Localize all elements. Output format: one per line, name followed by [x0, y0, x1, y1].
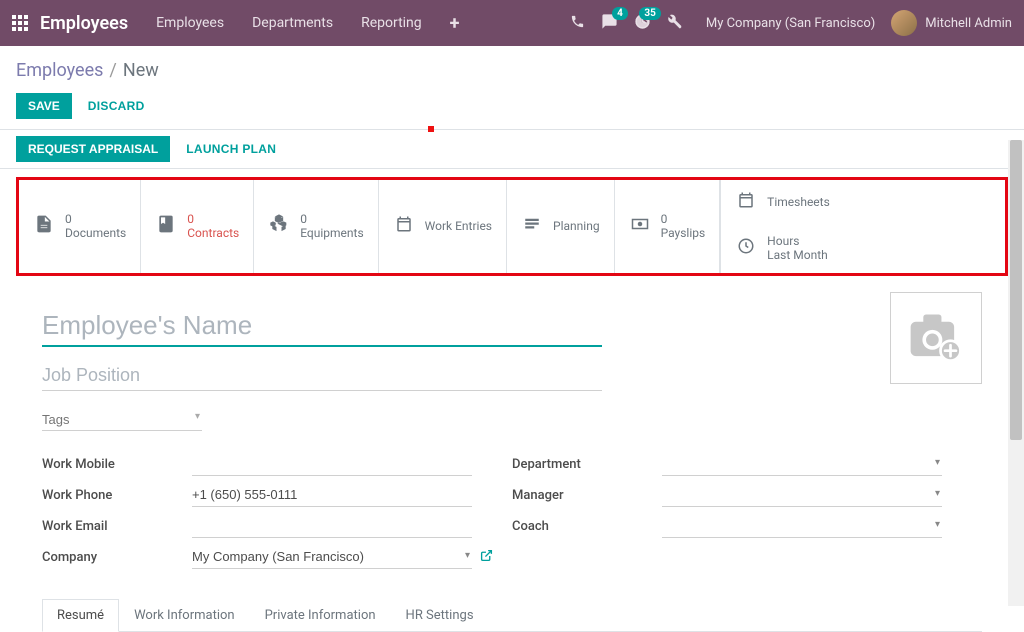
discard-button[interactable]: DISCARD	[88, 99, 145, 113]
messages-badge: 4	[612, 7, 628, 20]
label-work-email: Work Email	[42, 519, 192, 534]
scrollbar-thumb[interactable]	[1010, 140, 1022, 440]
user-avatar[interactable]	[891, 10, 917, 36]
save-button[interactable]: SAVE	[16, 93, 72, 119]
work-mobile-input[interactable]	[192, 456, 472, 471]
launch-plan-button[interactable]: LAUNCH PLAN	[186, 136, 276, 162]
stat-contracts[interactable]: 0 Contracts	[141, 180, 254, 273]
breadcrumb-current: New	[123, 60, 159, 81]
stat-equipments-label: Equipments	[300, 226, 363, 240]
phone-icon[interactable]	[570, 14, 585, 33]
tasks-icon	[521, 214, 543, 238]
external-link-icon[interactable]	[480, 549, 493, 566]
stat-payslips-count: 0	[661, 212, 706, 226]
employee-photo-upload[interactable]	[890, 292, 982, 384]
stat-work-entries[interactable]: Work Entries	[379, 180, 507, 273]
stat-documents[interactable]: 0 Documents	[19, 180, 141, 273]
form-actions: SAVE DISCARD	[0, 89, 1024, 129]
book-icon	[155, 214, 177, 239]
label-coach: Coach	[512, 519, 662, 534]
breadcrumb: Employees / New	[0, 46, 1024, 89]
breadcrumb-root[interactable]: Employees	[16, 60, 103, 81]
nav-reporting[interactable]: Reporting	[361, 15, 422, 31]
calendar-icon	[393, 214, 415, 238]
tags-input[interactable]	[42, 412, 202, 427]
work-phone-input[interactable]	[192, 487, 472, 502]
stat-documents-label: Documents	[65, 226, 126, 240]
stat-buttons-highlighted: 0 Documents 0 Contracts 0 Equipments	[16, 177, 1008, 276]
form-statusbar: REQUEST APPRAISAL LAUNCH PLAN	[0, 129, 1024, 169]
tab-hr-settings[interactable]: HR Settings	[391, 599, 489, 631]
employee-name-input[interactable]	[42, 306, 602, 347]
cubes-icon	[268, 214, 290, 239]
label-company: Company	[42, 550, 192, 565]
messages-icon[interactable]: 4	[601, 13, 618, 34]
stat-contracts-label: Contracts	[187, 226, 239, 240]
vertical-scrollbar[interactable]	[1008, 140, 1024, 606]
document-icon	[33, 214, 55, 239]
stat-equipments-count: 0	[300, 212, 363, 226]
stat-timesheets[interactable]: Timesheets	[721, 180, 844, 224]
tools-icon[interactable]	[667, 14, 682, 33]
label-manager: Manager	[512, 488, 662, 503]
coach-input[interactable]	[662, 518, 942, 533]
tags-input-wrap[interactable]	[42, 409, 202, 431]
stat-planning[interactable]: Planning	[507, 180, 615, 273]
stat-documents-count: 0	[65, 212, 126, 226]
label-work-mobile: Work Mobile	[42, 457, 192, 472]
app-title: Employees	[40, 13, 128, 34]
request-appraisal-button[interactable]: REQUEST APPRAISAL	[16, 136, 170, 162]
tab-work-information[interactable]: Work Information	[119, 599, 250, 631]
work-email-input[interactable]	[192, 518, 472, 533]
stat-equipments[interactable]: 0 Equipments	[254, 180, 378, 273]
stat-contracts-count: 0	[187, 212, 239, 226]
nav-employees[interactable]: Employees	[156, 15, 224, 31]
stat-timesheets-label: Timesheets	[767, 195, 830, 209]
company-input[interactable]	[192, 549, 472, 564]
stat-payslips[interactable]: 0 Payslips	[615, 180, 721, 273]
main-navbar: Employees Employees Departments Reportin…	[0, 0, 1024, 46]
department-input[interactable]	[662, 456, 942, 471]
activities-icon[interactable]: 35	[634, 13, 651, 34]
clock-icon	[735, 236, 757, 260]
form-tabs: Resumé Work Information Private Informat…	[42, 599, 982, 632]
apps-menu-icon[interactable]	[12, 15, 28, 31]
stat-planning-label: Planning	[553, 219, 600, 233]
company-selector[interactable]: My Company (San Francisco)	[706, 16, 875, 31]
manager-input[interactable]	[662, 487, 942, 502]
label-work-phone: Work Phone	[42, 488, 192, 503]
breadcrumb-separator: /	[109, 60, 116, 81]
money-icon	[629, 214, 651, 238]
calendar-icon	[735, 190, 757, 214]
nav-new-icon[interactable]: +	[450, 13, 460, 34]
user-name-label[interactable]: Mitchell Admin	[925, 16, 1012, 31]
stat-hours-line1: Hours	[767, 234, 828, 248]
modified-indicator	[428, 126, 434, 132]
label-department: Department	[512, 457, 662, 472]
form-sheet: 0 Documents 0 Contracts 0 Equipments	[16, 177, 1008, 632]
stat-hours-line2: Last Month	[767, 248, 828, 262]
nav-departments[interactable]: Departments	[252, 15, 333, 31]
stat-hours-last-month[interactable]: Hours Last Month	[721, 224, 844, 273]
stat-payslips-label: Payslips	[661, 226, 706, 240]
activities-badge: 35	[639, 7, 660, 20]
stat-work-entries-label: Work Entries	[425, 219, 492, 233]
tab-resume[interactable]: Resumé	[42, 599, 119, 632]
tab-private-information[interactable]: Private Information	[250, 599, 391, 631]
job-position-input[interactable]	[42, 359, 602, 391]
form-body: Work Mobile Work Phone Work Email Compan…	[16, 292, 1008, 632]
